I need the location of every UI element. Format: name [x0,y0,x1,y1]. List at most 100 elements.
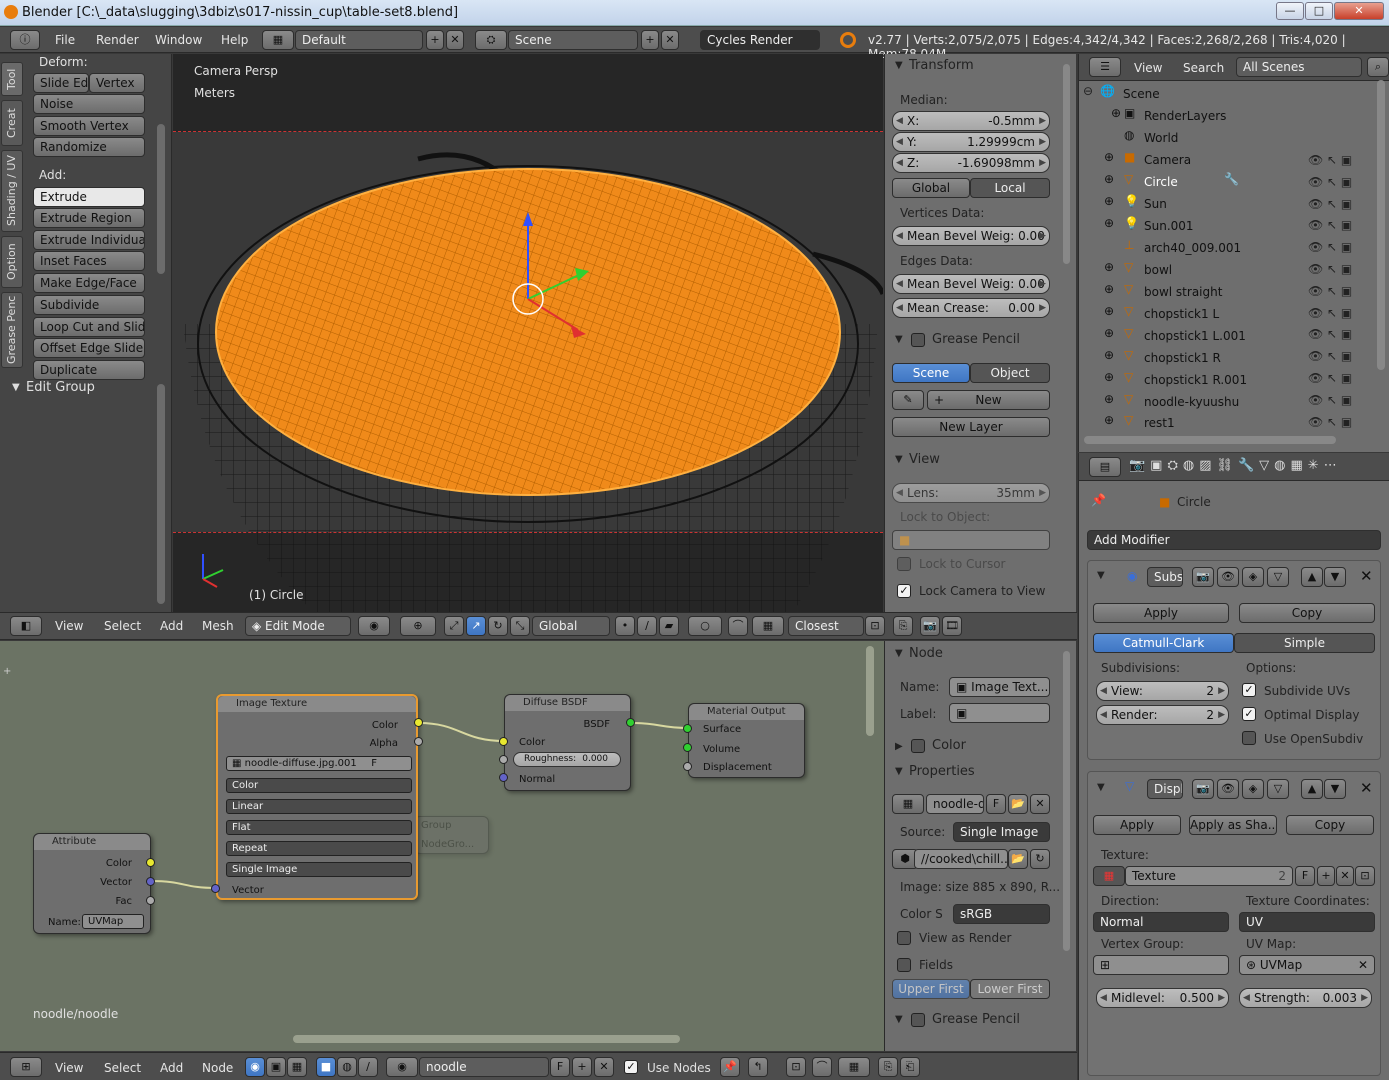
render-animation-icon[interactable]: 🎞 [942,616,962,636]
node-name-field[interactable]: ▣ Image Text... [949,677,1050,697]
image-source-dropdown[interactable]: Single Image [953,822,1050,842]
tab-grease-pencil[interactable]: Grease Penc [1,292,23,368]
render-engine-dropdown[interactable]: Cycles Render [700,30,820,50]
material-fake-user-button[interactable]: F [550,1057,570,1077]
apply-as-shape-button[interactable]: Apply as Sha... [1189,815,1277,835]
offset-edge-slide-button[interactable]: Offset Edge Slide [33,338,145,358]
go-parent-icon[interactable]: ↰ [748,1057,768,1077]
viewport-toggle-icon[interactable]: 👁 [1217,779,1239,799]
attribute-node[interactable]: Attribute Color Vector Fac Name: UVMap [33,833,151,934]
gp-new-button[interactable]: + New [927,390,1050,410]
node-header[interactable]: Diffuse BSDF [505,695,630,711]
midlevel-field[interactable]: ◀ Midlevel: 0.500 ▶ [1096,988,1229,1008]
move-up-icon[interactable]: ▲ [1301,779,1323,799]
local-toggle[interactable]: Local [970,178,1050,198]
rotate-manipulator-icon[interactable]: ↻ [488,616,508,636]
projection-dropdown[interactable]: Flat [226,820,412,835]
viewport-shading-icon[interactable]: ◉ [358,616,390,636]
texture-browse-icon[interactable]: ▦ [1093,866,1125,886]
output-surface-socket[interactable] [683,724,692,733]
node-color-checkbox[interactable] [911,739,925,753]
collapse-triangle-icon[interactable]: ▼ [1097,782,1105,793]
collapse-triangle-icon[interactable]: ▼ [1097,570,1105,581]
gp-scene-toggle[interactable]: Scene [892,363,970,383]
extrude-region-button[interactable]: Extrude Region [33,208,145,228]
subsurf-name-field[interactable]: Subs [1147,567,1183,587]
scene-field[interactable]: Scene [508,30,638,50]
gp-pencil-icon[interactable]: ✎ [892,390,924,410]
render-levels-field[interactable]: ◀ Render: 2 ▶ [1096,705,1229,725]
randomize-button[interactable]: Randomize [33,137,145,157]
fake-user-button[interactable]: F [1295,866,1315,886]
slide-edge-button[interactable]: Slide Ed [33,73,89,93]
browse-file-icon[interactable]: 📂 [1008,849,1028,869]
copy-subsurf-button[interactable]: Copy [1239,603,1375,623]
loop-cut-slide-button[interactable]: Loop Cut and Slide [33,317,145,337]
outliner-menu-search[interactable]: Search [1183,61,1224,75]
grease-pencil-panel-header[interactable]: Grease Pencil [932,332,1020,347]
outliner-menu-view[interactable]: View [1134,61,1162,75]
pin-nodetree-icon[interactable]: 📌 [720,1057,740,1077]
properties-context-tabs[interactable]: 📷▣⛭◍▨⛓🔧▽◍▦✳⋯ [1129,458,1342,473]
lock-camera-to-view-checkbox[interactable]: ✓ [897,584,911,598]
color-panel-header[interactable]: Color [932,738,966,753]
tab-create[interactable]: Creat [1,100,23,146]
view-as-render-checkbox[interactable] [897,931,911,945]
editor-type-info-icon[interactable]: ⓘ [10,30,40,50]
proportional-editing-icon[interactable]: ○ [688,616,722,636]
duplicate-button[interactable]: Duplicate [33,360,145,380]
outliner-row-renderlayers[interactable]: ⊕ ▣ RenderLayers [1086,106,1372,127]
edit-group-panel-header[interactable]: Edit Group [26,380,95,395]
maximize-button[interactable]: □ [1305,2,1333,20]
unlink-texture-icon[interactable]: ✕ [1336,866,1354,886]
lock-object-field[interactable]: ■ [892,530,1050,550]
menu-render[interactable]: Render [96,33,139,47]
outliner-display-mode-dropdown[interactable]: All Scenes [1236,57,1362,77]
diffuse-roughness-input-socket[interactable] [499,755,508,764]
material-browse-icon[interactable]: ◉ [386,1057,418,1077]
manipulator-icon[interactable]: ⤢ [444,616,464,636]
remove-modifier-icon[interactable]: ✕ [1360,567,1373,585]
translate-manipulator-icon[interactable]: ↗ [466,616,486,636]
diffuse-bsdf-output-socket[interactable] [626,718,635,727]
editor-type-3dview-icon[interactable]: ◧ [10,616,42,636]
node-menu-view[interactable]: View [55,1061,83,1075]
mean-bevel-weight-edge-field[interactable]: ◀ Mean Bevel Weig: 0.00 ▶ [892,274,1050,294]
new-material-icon[interactable]: + [572,1057,592,1077]
subdivide-button[interactable]: Subdivide [33,295,145,315]
tab-shading-uv[interactable]: Shading / UV [1,150,23,232]
grease-pencil-enable-checkbox[interactable] [911,333,925,347]
face-select-mode-icon[interactable]: ▰ [659,616,679,636]
apply-subsurf-button[interactable]: Apply [1093,603,1229,623]
menu-add[interactable]: Add [160,619,183,633]
strength-field[interactable]: ◀ Strength: 0.003 ▶ [1239,988,1372,1008]
median-x-field[interactable]: ◀ X: -0.5mm ▶ [892,111,1050,131]
minimize-button[interactable]: — [1276,2,1304,20]
image-vector-input-socket[interactable] [211,884,220,893]
color-space-dropdown[interactable]: Color [226,778,412,793]
interaction-mode-dropdown[interactable]: ◈ Edit Mode [245,616,351,636]
material-output-node[interactable]: Material Output Surface Volume Displacem… [688,703,805,778]
color-space-dropdown[interactable]: sRGB [953,904,1050,924]
extrude-button[interactable]: Extrude [33,187,145,207]
opengl-render-icon[interactable]: ⎘ [893,616,913,636]
attr-vector-output-socket[interactable] [146,877,155,886]
remove-layout-icon[interactable]: ✕ [446,30,464,50]
snap-options-icon[interactable]: ⊡ [865,616,885,636]
unlink-material-icon[interactable]: ✕ [594,1057,614,1077]
fields-checkbox[interactable] [897,958,911,972]
catmull-clark-toggle[interactable]: Catmull-Clark [1093,633,1234,653]
image-filepath-field[interactable]: //cooked\chill... [914,849,1008,869]
use-opensubdiv-checkbox[interactable] [1242,731,1256,745]
view-panel-header[interactable]: View [909,452,940,467]
attr-name-field[interactable]: UVMap [82,914,144,929]
outliner-horizontal-scrollbar[interactable] [1084,436,1336,444]
view-levels-field[interactable]: ◀ View: 2 ▶ [1096,681,1229,701]
editor-type-properties-icon[interactable]: ▤ [1089,457,1121,477]
optimal-display-checkbox[interactable]: ✓ [1242,707,1256,721]
median-z-field[interactable]: ◀ Z: -1.69098mm ▶ [892,153,1050,173]
apply-displace-button[interactable]: Apply [1093,815,1181,835]
open-image-icon[interactable]: 📂 [1008,794,1028,814]
extrude-individual-button[interactable]: Extrude Individual [33,230,145,250]
toolshelf-scrollbar-lower[interactable] [157,384,165,604]
